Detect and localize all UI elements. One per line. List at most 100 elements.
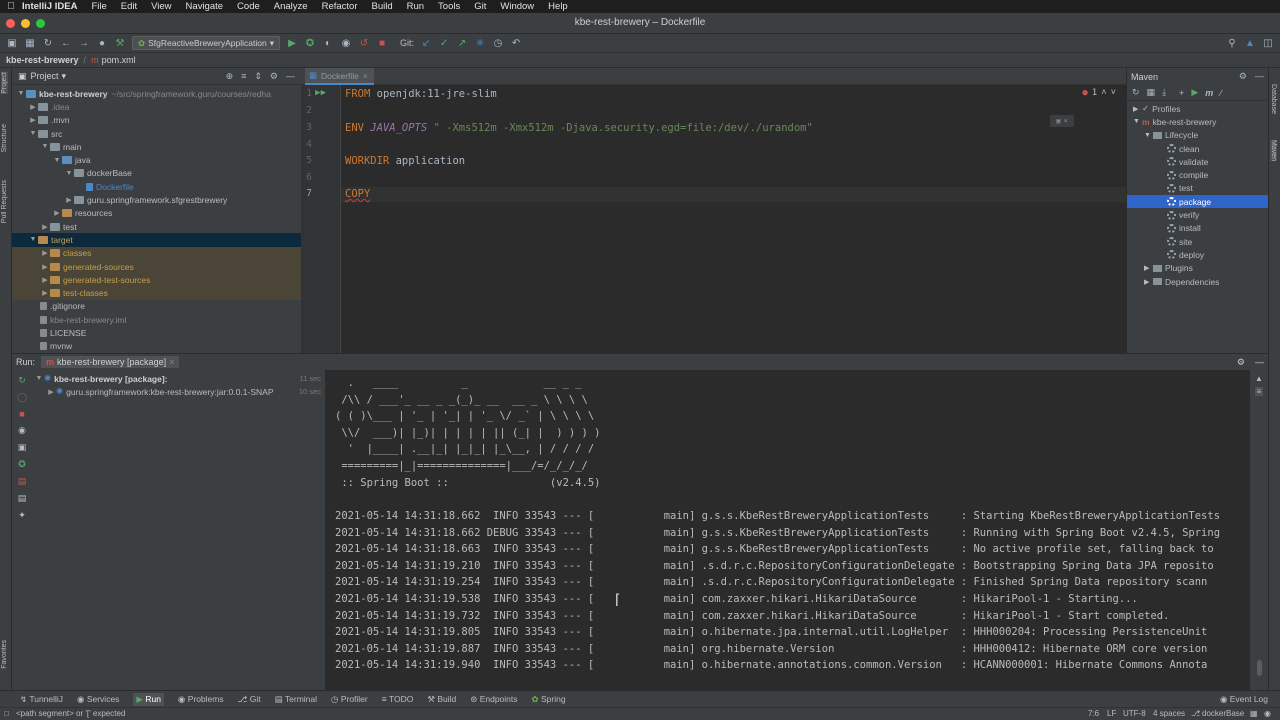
gear-icon[interactable]: ⚙ — [270, 71, 278, 82]
search-icon[interactable]: ⚲ — [1226, 37, 1238, 49]
hammer-icon[interactable]: ⚒ — [114, 37, 126, 49]
maven-lifecycle[interactable]: ▼ Lifecycle — [1127, 129, 1268, 142]
generate-sources-icon[interactable]: ▦ — [1147, 87, 1156, 98]
apple-icon[interactable]:  — [0, 1, 22, 12]
expand-all-icon[interactable]: ⇕ — [254, 71, 262, 82]
maven-plugins[interactable]: ▶ Plugins — [1127, 262, 1268, 275]
menu-run[interactable]: Run — [407, 1, 424, 12]
save-icon[interactable]: ▦ — [24, 37, 36, 49]
tool-git[interactable]: ⎇ Git — [238, 694, 261, 705]
chevron-right-icon[interactable]: ▶ — [40, 263, 50, 271]
close-icon[interactable]: × — [363, 71, 368, 81]
profile-icon[interactable]: ◉ — [340, 37, 352, 49]
app-menu[interactable]: IntelliJ IDEA — [22, 1, 77, 12]
menu-git[interactable]: Git — [474, 1, 486, 12]
maven-profiles[interactable]: ▶ ✓ Profiles — [1127, 102, 1268, 115]
rebuild-icon[interactable]: ↺ — [358, 37, 370, 49]
menu-help[interactable]: Help — [548, 1, 568, 12]
forward-arrow-icon[interactable]: → — [78, 37, 90, 49]
maven-goal-validate[interactable]: validate — [1127, 155, 1268, 168]
tree-item-mvnw[interactable]: mvnw — [12, 340, 301, 353]
open-folder-icon[interactable]: ▣ — [6, 37, 18, 49]
toggle-offline-icon[interactable]: ∕ — [1220, 88, 1222, 98]
gear-icon[interactable]: ⚙ — [1239, 71, 1247, 82]
close-icon[interactable]: × — [169, 357, 174, 367]
tool-todo[interactable]: ≡ TODO — [382, 694, 414, 704]
console-scrollbar[interactable] — [1256, 660, 1262, 676]
maven-goal-install[interactable]: install — [1127, 222, 1268, 235]
menu-tools[interactable]: Tools — [438, 1, 460, 12]
tree-item-target[interactable]: ▼ target — [12, 233, 301, 247]
menu-view[interactable]: View — [151, 1, 171, 12]
tool-tunnellij[interactable]: ↯ TunnelliJ — [20, 694, 63, 705]
tree-item-dockerfile[interactable]: Dockerfile — [12, 180, 301, 193]
chevron-down-icon[interactable]: ▼ — [1133, 118, 1142, 125]
hide-icon[interactable]: — — [286, 71, 295, 82]
chevron-right-icon[interactable]: ▶ — [40, 276, 50, 284]
chevron-down-icon[interactable]: ▼ — [1144, 132, 1153, 139]
execute-goal-icon[interactable]: m — [1205, 88, 1213, 98]
tool-profiler[interactable]: ◷ Profiler — [331, 694, 368, 705]
collapse-all-icon[interactable]: ≡ — [241, 71, 246, 82]
maven-goal-deploy[interactable]: deploy — [1127, 248, 1268, 261]
menu-file[interactable]: File — [91, 1, 106, 12]
git-branch-icon[interactable]: ✳ — [474, 37, 486, 49]
tool-terminal[interactable]: ▤ Terminal — [275, 694, 317, 705]
scroll-up-icon[interactable]: ▲ — [1255, 374, 1263, 383]
breadcrumb-project[interactable]: kbe-rest-brewery — [6, 55, 79, 65]
locate-icon[interactable]: ⊕ — [226, 71, 234, 82]
tree-item-java[interactable]: ▼ java — [12, 153, 301, 166]
maven-goal-test[interactable]: test — [1127, 182, 1268, 195]
tree-item-gitignore[interactable]: .gitignore — [12, 300, 301, 313]
tool-services[interactable]: ◉ Services — [77, 694, 119, 705]
tool-window-maven[interactable]: Maven — [1270, 140, 1277, 162]
run-gutter-icon[interactable]: ▶▶ — [315, 88, 326, 98]
tree-item-resources[interactable]: ▶ resources — [12, 207, 301, 220]
chevron-right-icon[interactable]: ▶ — [40, 223, 50, 231]
run-tree-root[interactable]: ▼ ✺ kbe-rest-brewery [package]: 11 sec — [32, 372, 325, 385]
tool-window-pull-requests[interactable]: Pull Requests — [1, 180, 8, 223]
maven-goal-clean[interactable]: clean — [1127, 142, 1268, 155]
restore-layout-icon[interactable]: ▤ — [18, 476, 27, 487]
chevron-right-icon[interactable]: ▶ — [52, 209, 62, 217]
menu-edit[interactable]: Edit — [121, 1, 137, 12]
tree-item-generated-sources[interactable]: ▶ generated-sources — [12, 259, 301, 274]
chevron-down-icon[interactable]: ▼ — [64, 170, 74, 177]
toggle-view-icon[interactable]: ◯ — [17, 392, 27, 403]
menu-build[interactable]: Build — [371, 1, 392, 12]
menu-window[interactable]: Window — [500, 1, 534, 12]
tree-item-license[interactable]: LICENSE — [12, 326, 301, 339]
tool-window-project[interactable]: Project — [1, 72, 8, 94]
chevron-right-icon[interactable]: ▶ — [28, 103, 38, 111]
git-commit-icon[interactable]: ✓ — [438, 37, 450, 49]
chevron-right-icon[interactable]: ▶ — [28, 116, 38, 124]
tab-dockerfile[interactable]: ▦ Dockerfile × — [305, 68, 374, 85]
tree-item-mvn[interactable]: ▶ .mvn — [12, 114, 301, 127]
tool-problems[interactable]: ◉ Problems — [178, 694, 224, 705]
tree-item-main[interactable]: ▼ main — [12, 140, 301, 153]
chevron-down-icon[interactable]: ▼ — [52, 157, 62, 164]
file-toolbar-popup[interactable]: ▣ × — [1050, 115, 1074, 127]
stop-icon[interactable]: ■ — [376, 37, 388, 49]
chevron-up-icon[interactable]: ˄ — [1101, 88, 1106, 98]
show-icon[interactable]: ◉ — [18, 425, 26, 436]
tool-build[interactable]: ⚒ Build — [427, 694, 456, 705]
stop-icon[interactable]: ■ — [19, 409, 24, 419]
chevron-right-icon[interactable]: ▶ — [40, 249, 50, 257]
download-icon[interactable]: ⤓ — [1162, 87, 1166, 98]
chevron-right-icon[interactable]: ▶ — [46, 388, 56, 396]
tool-run[interactable]: ▶ Run — [133, 692, 164, 706]
pin-icon[interactable]: ✦ — [18, 510, 26, 521]
chevron-down-icon[interactable]: ▼ — [40, 143, 50, 150]
sync-icon[interactable]: ↻ — [42, 37, 54, 49]
chevron-down-icon[interactable]: ▼ — [28, 130, 38, 137]
chevron-down-icon[interactable]: ▼ — [28, 236, 38, 243]
caret-position[interactable]: 7:6 — [1088, 709, 1099, 718]
inspection-widget[interactable]: ● 1 ˄ ˅ — [1082, 88, 1116, 98]
chevron-right-icon[interactable]: ▶ — [40, 289, 50, 297]
tool-spring[interactable]: ✿ Spring — [532, 694, 566, 705]
maven-goal-compile[interactable]: compile — [1127, 168, 1268, 181]
line-separator[interactable]: LF — [1107, 709, 1116, 718]
tool-event-log[interactable]: ◉ Event Log — [1220, 694, 1268, 705]
tree-item-package[interactable]: ▶ guru.springframework.sfgrestbrewery — [12, 193, 301, 206]
